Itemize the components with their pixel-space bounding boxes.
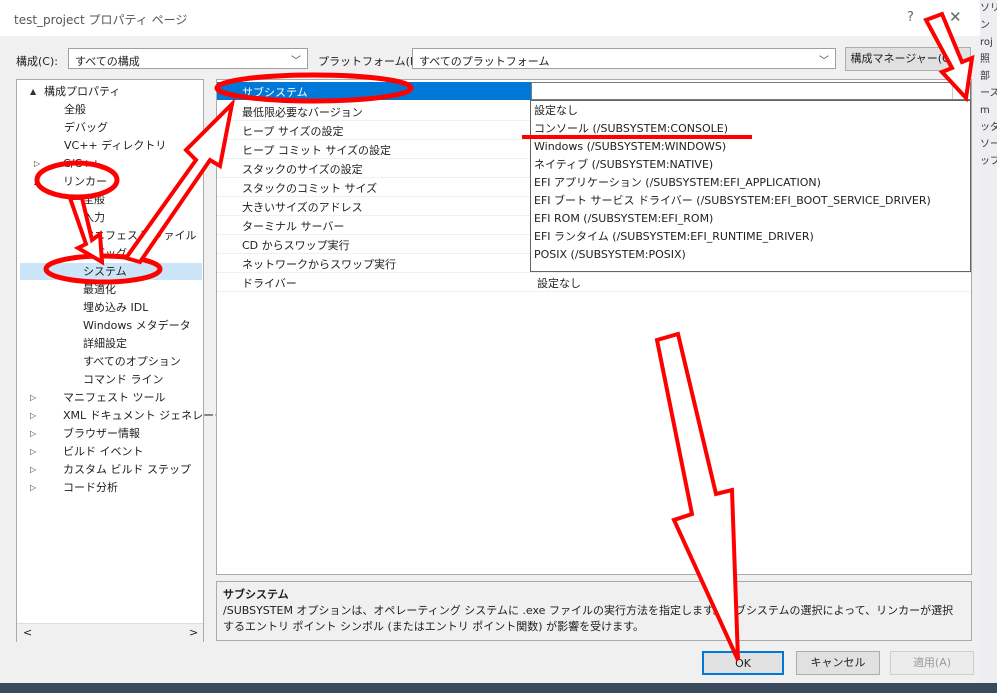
dropdown-option[interactable]: POSIX (/SUBSYSTEM:POSIX) bbox=[534, 246, 686, 264]
property-name: CD からスワップ実行 bbox=[242, 239, 350, 252]
property-name: ドライバー bbox=[242, 277, 297, 290]
property-name: 大きいサイズのアドレス bbox=[242, 201, 363, 214]
scroll-left-icon[interactable]: < bbox=[23, 626, 32, 639]
property-name: ヒープ コミット サイズの設定 bbox=[242, 144, 392, 157]
tree-item-label: コマンド ライン bbox=[83, 373, 164, 386]
cancel-button[interactable]: キャンセル bbox=[796, 651, 880, 675]
background-text: 部 bbox=[980, 71, 990, 82]
tree-item-label: マニフェスト ツール bbox=[63, 391, 166, 404]
property-name: スタックのコミット サイズ bbox=[242, 182, 378, 195]
tree-item-label: C/C++ bbox=[63, 157, 101, 170]
property-row-selected[interactable]: サブシステム ﹀ bbox=[217, 82, 971, 100]
collapse-arrow-icon[interactable]: ▷ bbox=[34, 155, 40, 173]
tree-item-label: デバッグ bbox=[64, 121, 108, 134]
property-name: スタックのサイズの設定 bbox=[242, 163, 363, 176]
config-select[interactable]: すべての構成 ﹀ bbox=[68, 48, 308, 69]
tree-item-label: VC++ ディレクトリ bbox=[64, 139, 167, 152]
dropdown-option[interactable]: Windows (/SUBSYSTEM:WINDOWS) bbox=[534, 138, 726, 156]
chevron-down-icon: ﹀ bbox=[819, 56, 829, 67]
property-name-selected: サブシステム bbox=[217, 82, 531, 100]
tree-item-label: デバッグ bbox=[83, 247, 127, 260]
tree-item-label: Windows メタデータ bbox=[83, 319, 191, 332]
background-text: 照 bbox=[980, 54, 990, 65]
background-text: ソー bbox=[980, 139, 997, 150]
property-name: ヒープ サイズの設定 bbox=[242, 125, 344, 138]
title-bar: test_project プロパティ ページ ? ✕ bbox=[0, 0, 980, 36]
background-text: ース bbox=[980, 88, 997, 99]
background-text: ップス bbox=[980, 156, 997, 167]
background-text: ン bbox=[980, 20, 990, 31]
tree-item-label: システム bbox=[83, 265, 127, 278]
dropdown-option[interactable]: EFI ブート サービス ドライバー (/SUBSYSTEM:EFI_BOOT_… bbox=[534, 192, 931, 210]
description-title: サブシステム bbox=[223, 588, 289, 601]
subsystem-dropdown-list[interactable]: 設定なし コンソール (/SUBSYSTEM:CONSOLE) Windows (/… bbox=[530, 100, 971, 272]
property-tree[interactable]: ▲ 構成プロパティ 全般 デバッグ VC++ ディレクトリ ▷ C/C++ ▲ リンカー 全般 入力… bbox=[16, 79, 236, 642]
expand-arrow-icon[interactable]: ▲ bbox=[34, 173, 40, 191]
dropdown-option[interactable]: 設定なし bbox=[534, 102, 578, 120]
tree-item-label: 最適化 bbox=[83, 283, 116, 296]
platform-select[interactable]: すべてのプラットフォーム ﹀ bbox=[412, 48, 836, 69]
tree-item-label: ビルド イベント bbox=[63, 445, 144, 458]
collapse-arrow-icon[interactable]: ▷ bbox=[30, 443, 36, 461]
tree-item-label: XML ドキュメント ジェネレーター bbox=[63, 409, 237, 422]
subsystem-combo[interactable]: ﹀ bbox=[531, 82, 971, 100]
background-text: m bbox=[980, 105, 990, 116]
config-select-value: すべての構成 bbox=[75, 55, 140, 68]
dropdown-option[interactable]: コンソール (/SUBSYSTEM:CONSOLE) bbox=[534, 120, 728, 138]
dropdown-option[interactable]: EFI ROM (/SUBSYSTEM:EFI_ROM) bbox=[534, 210, 713, 228]
description-text: /SUBSYSTEM オプションは、オペレーティング システムに .exe ファ… bbox=[223, 604, 954, 633]
expand-arrow-icon[interactable]: ▲ bbox=[30, 83, 36, 101]
property-row[interactable]: ドライバー 設定なし bbox=[217, 272, 971, 292]
close-icon[interactable]: ✕ bbox=[949, 8, 962, 26]
background-text: ッダ bbox=[980, 122, 997, 133]
collapse-arrow-icon[interactable]: ▷ bbox=[30, 389, 36, 407]
chevron-down-icon: ﹀ bbox=[291, 56, 301, 67]
property-name-label: サブシステム bbox=[242, 86, 308, 99]
property-name: ターミナル サーバー bbox=[242, 220, 345, 233]
background-window: ソリューションン roj 照部ース m ッダソーップス bbox=[980, 0, 997, 693]
tree-item-label: 埋め込み IDL bbox=[83, 301, 149, 314]
tree-item-label: すべてのオプション bbox=[83, 355, 181, 368]
property-name: 最低限必要なバージョン bbox=[242, 106, 363, 119]
tree-item-label: ブラウザー情報 bbox=[63, 427, 140, 440]
platform-select-value: すべてのプラットフォーム bbox=[419, 55, 550, 68]
tree-item-label: 全般 bbox=[64, 103, 86, 116]
apply-button[interactable]: 適用(A) bbox=[890, 651, 974, 675]
tree-item-label: 入力 bbox=[83, 211, 105, 224]
horizontal-scrollbar[interactable]: < > bbox=[17, 623, 203, 642]
collapse-arrow-icon[interactable]: ▷ bbox=[30, 479, 36, 497]
tree-item-label: 構成プロパティ bbox=[44, 85, 121, 98]
dropdown-option[interactable]: EFI アプリケーション (/SUBSYSTEM:EFI_APPLICATION… bbox=[534, 174, 821, 192]
help-button[interactable]: ? bbox=[907, 10, 914, 25]
background-text: roj bbox=[980, 37, 993, 48]
window-title: test_project プロパティ ページ bbox=[14, 13, 188, 27]
collapse-arrow-icon[interactable]: ▷ bbox=[30, 425, 36, 443]
ok-button[interactable]: OK bbox=[702, 651, 784, 675]
collapse-arrow-icon[interactable]: ▷ bbox=[30, 407, 36, 425]
property-value: 設定なし bbox=[537, 277, 581, 290]
config-label: 構成(C): bbox=[16, 55, 58, 68]
property-name: ネットワークからスワップ実行 bbox=[242, 258, 396, 271]
platform-label: プラットフォーム(P): bbox=[318, 55, 425, 68]
tree-item-label: リンカー bbox=[63, 175, 107, 188]
tree-item-label: マニフェスト ファイル bbox=[83, 229, 197, 242]
scroll-right-icon[interactable]: > bbox=[189, 626, 198, 639]
description-pane: サブシステム /SUBSYSTEM オプションは、オペレーティング システムに … bbox=[216, 581, 972, 641]
dropdown-option[interactable]: EFI ランタイム (/SUBSYSTEM:EFI_RUNTIME_DRIVER… bbox=[534, 228, 814, 246]
taskbar-strip bbox=[0, 683, 997, 693]
config-manager-button[interactable]: 構成マネージャー(O)... bbox=[845, 47, 971, 71]
dropdown-option[interactable]: ネイティブ (/SUBSYSTEM:NATIVE) bbox=[534, 156, 713, 174]
collapse-arrow-icon[interactable]: ▷ bbox=[30, 461, 36, 479]
chevron-down-icon[interactable]: ﹀ bbox=[952, 83, 970, 99]
tree-item-label: 詳細設定 bbox=[83, 337, 127, 350]
background-text: ソリューション bbox=[980, 3, 997, 14]
tree-item-label: カスタム ビルド ステップ bbox=[63, 463, 191, 476]
tree-item-label: コード分析 bbox=[63, 481, 118, 494]
property-pages-dialog: test_project プロパティ ページ ? ✕ 構成(C): すべての構成… bbox=[0, 0, 981, 684]
tree-item-label: 全般 bbox=[83, 193, 105, 206]
